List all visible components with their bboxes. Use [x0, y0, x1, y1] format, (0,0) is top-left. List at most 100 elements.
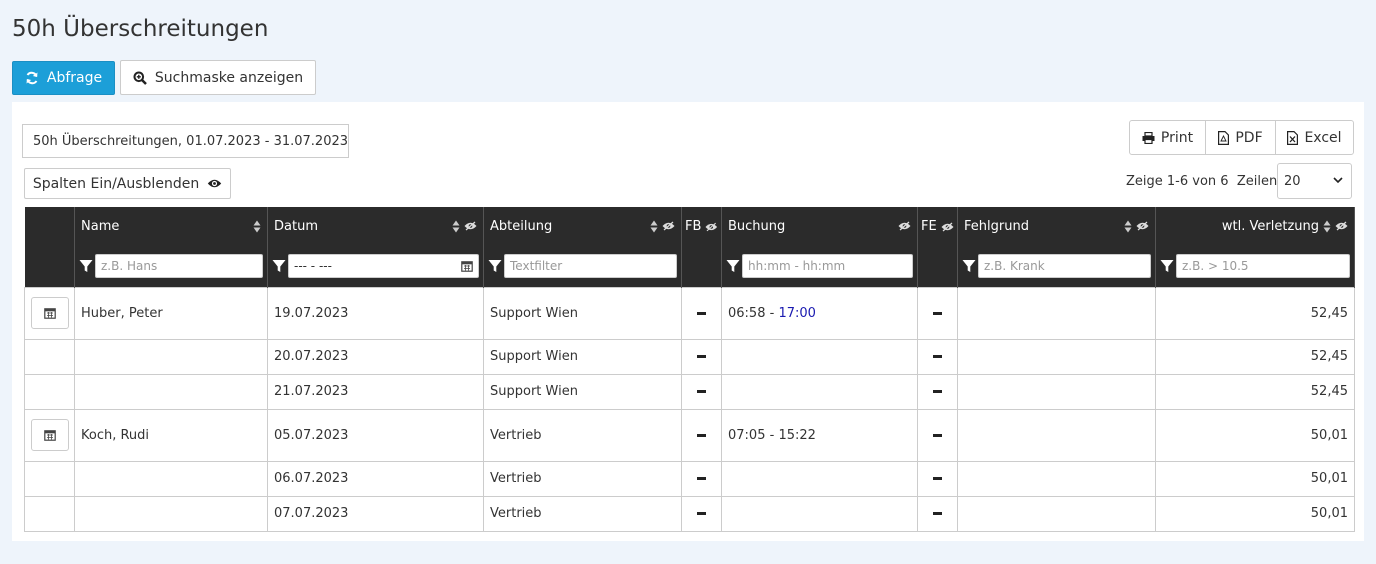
- eye-icon: [207, 179, 222, 188]
- col-fb-label: FB: [685, 219, 702, 234]
- print-icon: [1142, 131, 1155, 144]
- col-datum-label: Datum: [274, 218, 318, 234]
- dash-icon: [933, 311, 942, 315]
- name-filter-placeholder: z.B. Hans: [101, 258, 158, 273]
- fe-cell: [917, 495, 958, 532]
- col-abteilung[interactable]: Abteilung: [483, 207, 682, 245]
- filter-icon: [1160, 259, 1174, 272]
- absence-reason-cell: [957, 373, 1156, 410]
- hide-column-icon[interactable]: [705, 222, 718, 232]
- chevron-down-icon: [1333, 177, 1343, 184]
- booking-cell: 07:05 - 15:22: [721, 408, 918, 462]
- booking-cell: [721, 460, 918, 497]
- absence-reason-filter-input[interactable]: z.B. Krank: [978, 253, 1151, 278]
- absence-reason-cell: [957, 460, 1156, 497]
- date-filter-input[interactable]: --- - ---: [288, 253, 479, 278]
- absence-reason-cell: [957, 408, 1156, 462]
- filter-buchung-cell: hh:mm - hh:mm: [721, 245, 918, 287]
- rows-per-page-select[interactable]: 20: [1277, 163, 1352, 199]
- col-fehlgrund[interactable]: Fehlgrund: [957, 207, 1156, 245]
- filter-fehlgrund-cell: z.B. Krank: [957, 245, 1156, 287]
- date-cell: 06.07.2023: [267, 460, 484, 497]
- violation-cell: 52,45: [1155, 373, 1355, 410]
- dash-icon: [933, 355, 942, 358]
- dash-icon: [933, 433, 942, 437]
- table-row: 21.07.2023 Support Wien 52,45: [24, 373, 1355, 410]
- name-cell: [74, 373, 268, 410]
- filter-name-cell: z.B. Hans: [74, 245, 268, 287]
- filter-datum-cell: --- - ---: [267, 245, 484, 287]
- col-datum[interactable]: Datum: [267, 207, 484, 245]
- hide-column-icon[interactable]: [662, 221, 675, 231]
- booking-from: 07:05: [728, 427, 766, 443]
- violation-cell: 50,01: [1155, 408, 1355, 462]
- sort-icon[interactable]: [452, 220, 460, 233]
- booking-cell: [721, 495, 918, 532]
- query-button-label: Abfrage: [46, 70, 103, 86]
- col-abteilung-label: Abteilung: [490, 218, 553, 234]
- excel-button[interactable]: Excel: [1276, 121, 1353, 154]
- date-cell: 20.07.2023: [267, 338, 484, 375]
- booking-separator: -: [765, 427, 779, 443]
- pagination-info: Zeige 1-6 von 6 Zeilen: [1126, 174, 1277, 189]
- filter-icon: [79, 259, 93, 272]
- columns-toggle-button[interactable]: Spalten Ein/Ausblenden: [24, 168, 231, 199]
- filter-icon: [962, 259, 976, 272]
- fe-cell: [917, 373, 958, 410]
- col-name[interactable]: Name: [74, 207, 268, 245]
- rows-per-page-value: 20: [1284, 173, 1301, 189]
- export-button-group: Print PDF Excel: [1129, 120, 1354, 155]
- booking-from: 06:58: [728, 305, 766, 321]
- date-filter-placeholder: --- - ---: [294, 258, 332, 273]
- col-name-label: Name: [81, 218, 120, 234]
- booking-to: 17:00: [778, 305, 816, 321]
- row-action-cell: [24, 495, 75, 532]
- col-fb[interactable]: FB: [681, 207, 722, 287]
- fe-cell: [917, 460, 958, 497]
- department-filter-placeholder: Textfilter: [510, 258, 563, 273]
- absence-reason-cell: [957, 286, 1156, 340]
- department-filter-input[interactable]: Textfilter: [504, 253, 677, 278]
- calendar-button[interactable]: [31, 419, 69, 451]
- hide-column-icon[interactable]: [1136, 221, 1149, 231]
- dash-icon: [697, 512, 706, 515]
- dash-icon: [697, 433, 706, 437]
- violation-filter-placeholder: z.B. > 10.5: [1182, 258, 1249, 273]
- fe-cell: [917, 338, 958, 375]
- calendar-icon[interactable]: [461, 260, 473, 272]
- row-action-cell: [24, 460, 75, 497]
- hide-column-icon[interactable]: [1335, 221, 1348, 231]
- search-mask-button[interactable]: Suchmaske anzeigen: [120, 60, 316, 95]
- name-cell: Huber, Peter: [74, 286, 268, 340]
- name-filter-input[interactable]: z.B. Hans: [95, 253, 263, 278]
- pdf-button[interactable]: PDF: [1206, 121, 1276, 154]
- dash-icon: [697, 355, 706, 358]
- col-buchung[interactable]: Buchung: [721, 207, 918, 245]
- query-button[interactable]: Abfrage: [12, 61, 115, 95]
- fb-cell: [681, 373, 722, 410]
- col-action: [24, 207, 75, 287]
- col-verletzung[interactable]: wtl. Verletzung: [1155, 207, 1355, 245]
- hide-column-icon[interactable]: [898, 221, 911, 231]
- booking-filter-input[interactable]: hh:mm - hh:mm: [742, 253, 913, 278]
- sort-icon[interactable]: [1323, 220, 1331, 233]
- sort-icon[interactable]: [253, 220, 261, 233]
- calendar-icon: [44, 308, 56, 319]
- violation-filter-input[interactable]: z.B. > 10.5: [1176, 253, 1350, 278]
- sort-icon[interactable]: [1124, 220, 1132, 233]
- table-row: 20.07.2023 Support Wien 52,45: [24, 338, 1355, 375]
- hide-column-icon[interactable]: [464, 221, 477, 231]
- search-mask-label: Suchmaske anzeigen: [154, 69, 304, 86]
- name-cell: [74, 460, 268, 497]
- table-row: 07.07.2023 Vertrieb 50,01: [24, 495, 1355, 532]
- department-cell: Support Wien: [483, 286, 682, 340]
- department-cell: Vertrieb: [483, 408, 682, 462]
- table-row: Huber, Peter 19.07.2023 Support Wien 06:…: [24, 286, 1355, 340]
- col-fe[interactable]: FE: [917, 207, 958, 287]
- print-button[interactable]: Print: [1130, 121, 1206, 154]
- sort-icon[interactable]: [650, 220, 658, 233]
- calendar-button[interactable]: [31, 297, 69, 329]
- row-action-cell: [24, 373, 75, 410]
- name-cell: Koch, Rudi: [74, 408, 268, 462]
- hide-column-icon[interactable]: [941, 222, 954, 232]
